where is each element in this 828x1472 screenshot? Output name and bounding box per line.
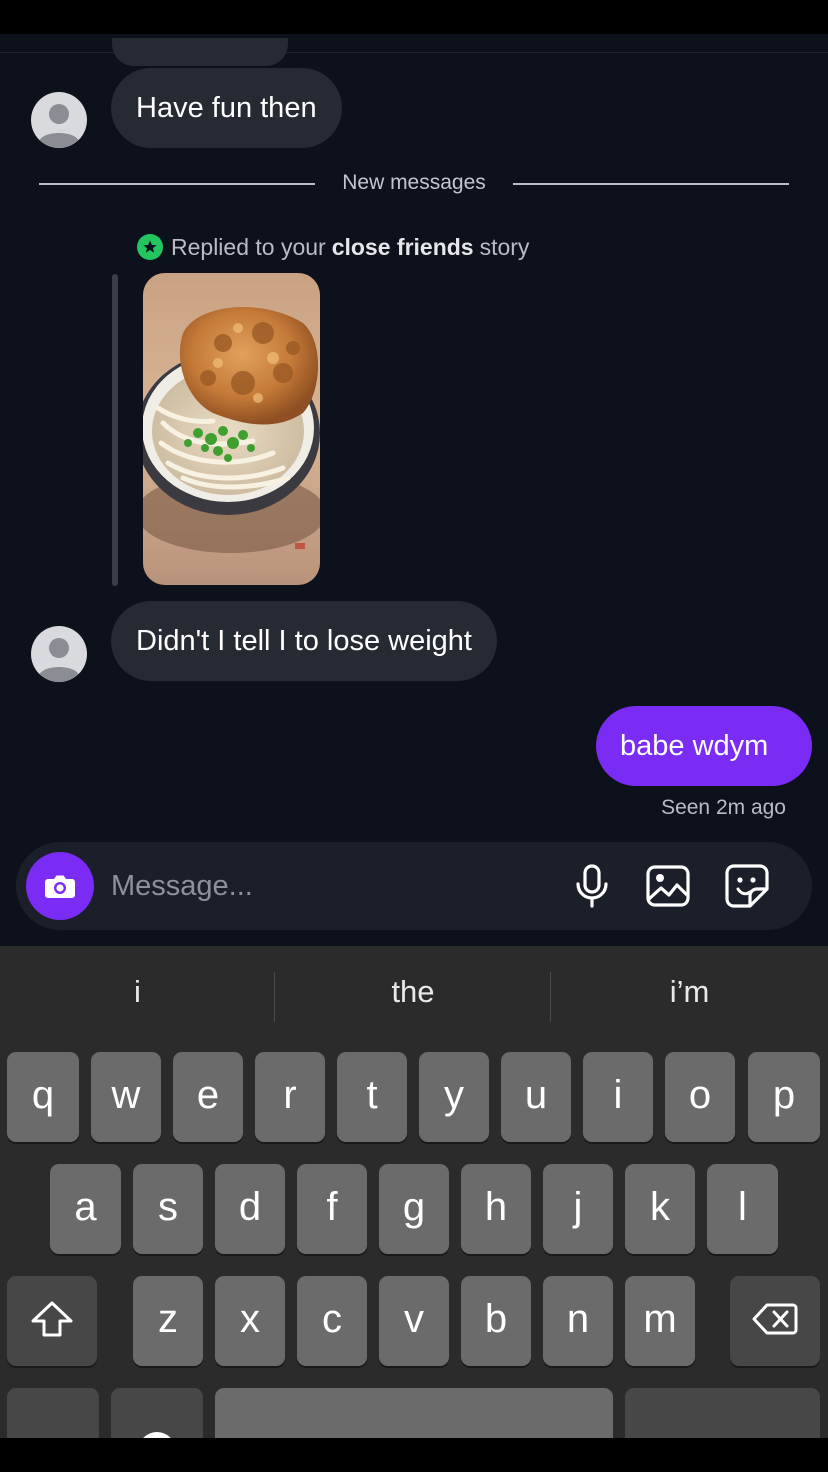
shift-key[interactable] (7, 1276, 97, 1366)
key-p[interactable]: p (748, 1052, 820, 1142)
key-s[interactable]: s (133, 1164, 203, 1254)
backspace-key[interactable] (730, 1276, 820, 1366)
key-x[interactable]: x (215, 1276, 285, 1366)
key-w[interactable]: w (91, 1052, 161, 1142)
sticker-icon (725, 864, 769, 908)
sticker-button[interactable] (723, 862, 771, 910)
suggestion-item[interactable]: the (275, 974, 551, 1020)
key-e[interactable]: e (173, 1052, 243, 1142)
on-screen-keyboard: i the i’m q w e r t y u i o p a s d f g … (0, 946, 828, 1438)
bottom-bar (0, 1438, 828, 1472)
space-key[interactable]: space (215, 1388, 613, 1438)
default-avatar-icon (39, 104, 79, 148)
new-messages-divider: New messages (39, 168, 789, 198)
numbers-key[interactable]: 123 (7, 1388, 99, 1438)
key-t[interactable]: t (337, 1052, 407, 1142)
reply-note-suffix: story (479, 233, 530, 260)
key-v[interactable]: v (379, 1276, 449, 1366)
reply-quote-bar (112, 274, 118, 586)
microphone-icon (576, 864, 608, 908)
key-o[interactable]: o (665, 1052, 735, 1142)
reply-note-bold: close friends (331, 233, 474, 260)
status-bar (0, 0, 828, 34)
default-avatar-icon (39, 638, 79, 682)
camera-icon (45, 875, 75, 898)
sender-avatar[interactable] (31, 626, 87, 682)
incoming-message-bubble[interactable]: Have fun then (111, 68, 342, 148)
backspace-icon (752, 1303, 798, 1335)
shift-icon (31, 1301, 73, 1337)
key-i[interactable]: i (583, 1052, 653, 1142)
key-f[interactable]: f (297, 1164, 367, 1254)
divider-line-right (513, 183, 789, 185)
key-h[interactable]: h (461, 1164, 531, 1254)
gallery-icon (646, 865, 690, 907)
message-text: Have fun then (136, 91, 317, 124)
key-q[interactable]: q (7, 1052, 79, 1142)
suggestion-item[interactable]: i (0, 974, 275, 1020)
udon-bowl-image (143, 273, 320, 585)
key-g[interactable]: g (379, 1164, 449, 1254)
close-friends-star-icon (137, 234, 163, 260)
key-j[interactable]: j (543, 1164, 613, 1254)
key-y[interactable]: y (419, 1052, 489, 1142)
message-thread[interactable]: Have fun then New messages Replied to yo… (0, 34, 828, 946)
previous-message-bubble[interactable] (112, 38, 288, 66)
key-d[interactable]: d (215, 1164, 285, 1254)
message-text: Didn't I tell I to lose weight (136, 624, 472, 657)
key-z[interactable]: z (133, 1276, 203, 1366)
key-m[interactable]: m (625, 1276, 695, 1366)
outgoing-message-bubble[interactable]: babe wdym (596, 706, 812, 786)
key-c[interactable]: c (297, 1276, 367, 1366)
message-input[interactable] (111, 862, 531, 910)
sender-avatar[interactable] (31, 92, 87, 148)
camera-button[interactable] (26, 852, 94, 920)
story-thumbnail[interactable] (143, 273, 320, 585)
key-b[interactable]: b (461, 1276, 531, 1366)
microphone-button[interactable] (568, 862, 616, 910)
emoji-icon (143, 1432, 171, 1438)
message-text: babe wdym (620, 729, 769, 762)
key-l[interactable]: l (707, 1164, 778, 1254)
key-u[interactable]: u (501, 1052, 571, 1142)
seen-status: Seen 2m ago (661, 796, 786, 819)
gallery-button[interactable] (644, 862, 692, 910)
reply-note-prefix: Replied to your (171, 233, 326, 260)
key-n[interactable]: n (543, 1276, 613, 1366)
return-key[interactable]: return (625, 1388, 820, 1438)
message-composer (16, 842, 812, 930)
emoji-key[interactable] (111, 1388, 203, 1438)
key-a[interactable]: a (50, 1164, 121, 1254)
suggestion-item[interactable]: i’m (551, 974, 828, 1020)
story-reply-note: Replied to your close friends story (137, 232, 529, 262)
incoming-message-bubble[interactable]: Didn't I tell I to lose weight (111, 601, 497, 681)
suggestion-bar: i the i’m (0, 946, 828, 1046)
key-k[interactable]: k (625, 1164, 695, 1254)
key-r[interactable]: r (255, 1052, 325, 1142)
